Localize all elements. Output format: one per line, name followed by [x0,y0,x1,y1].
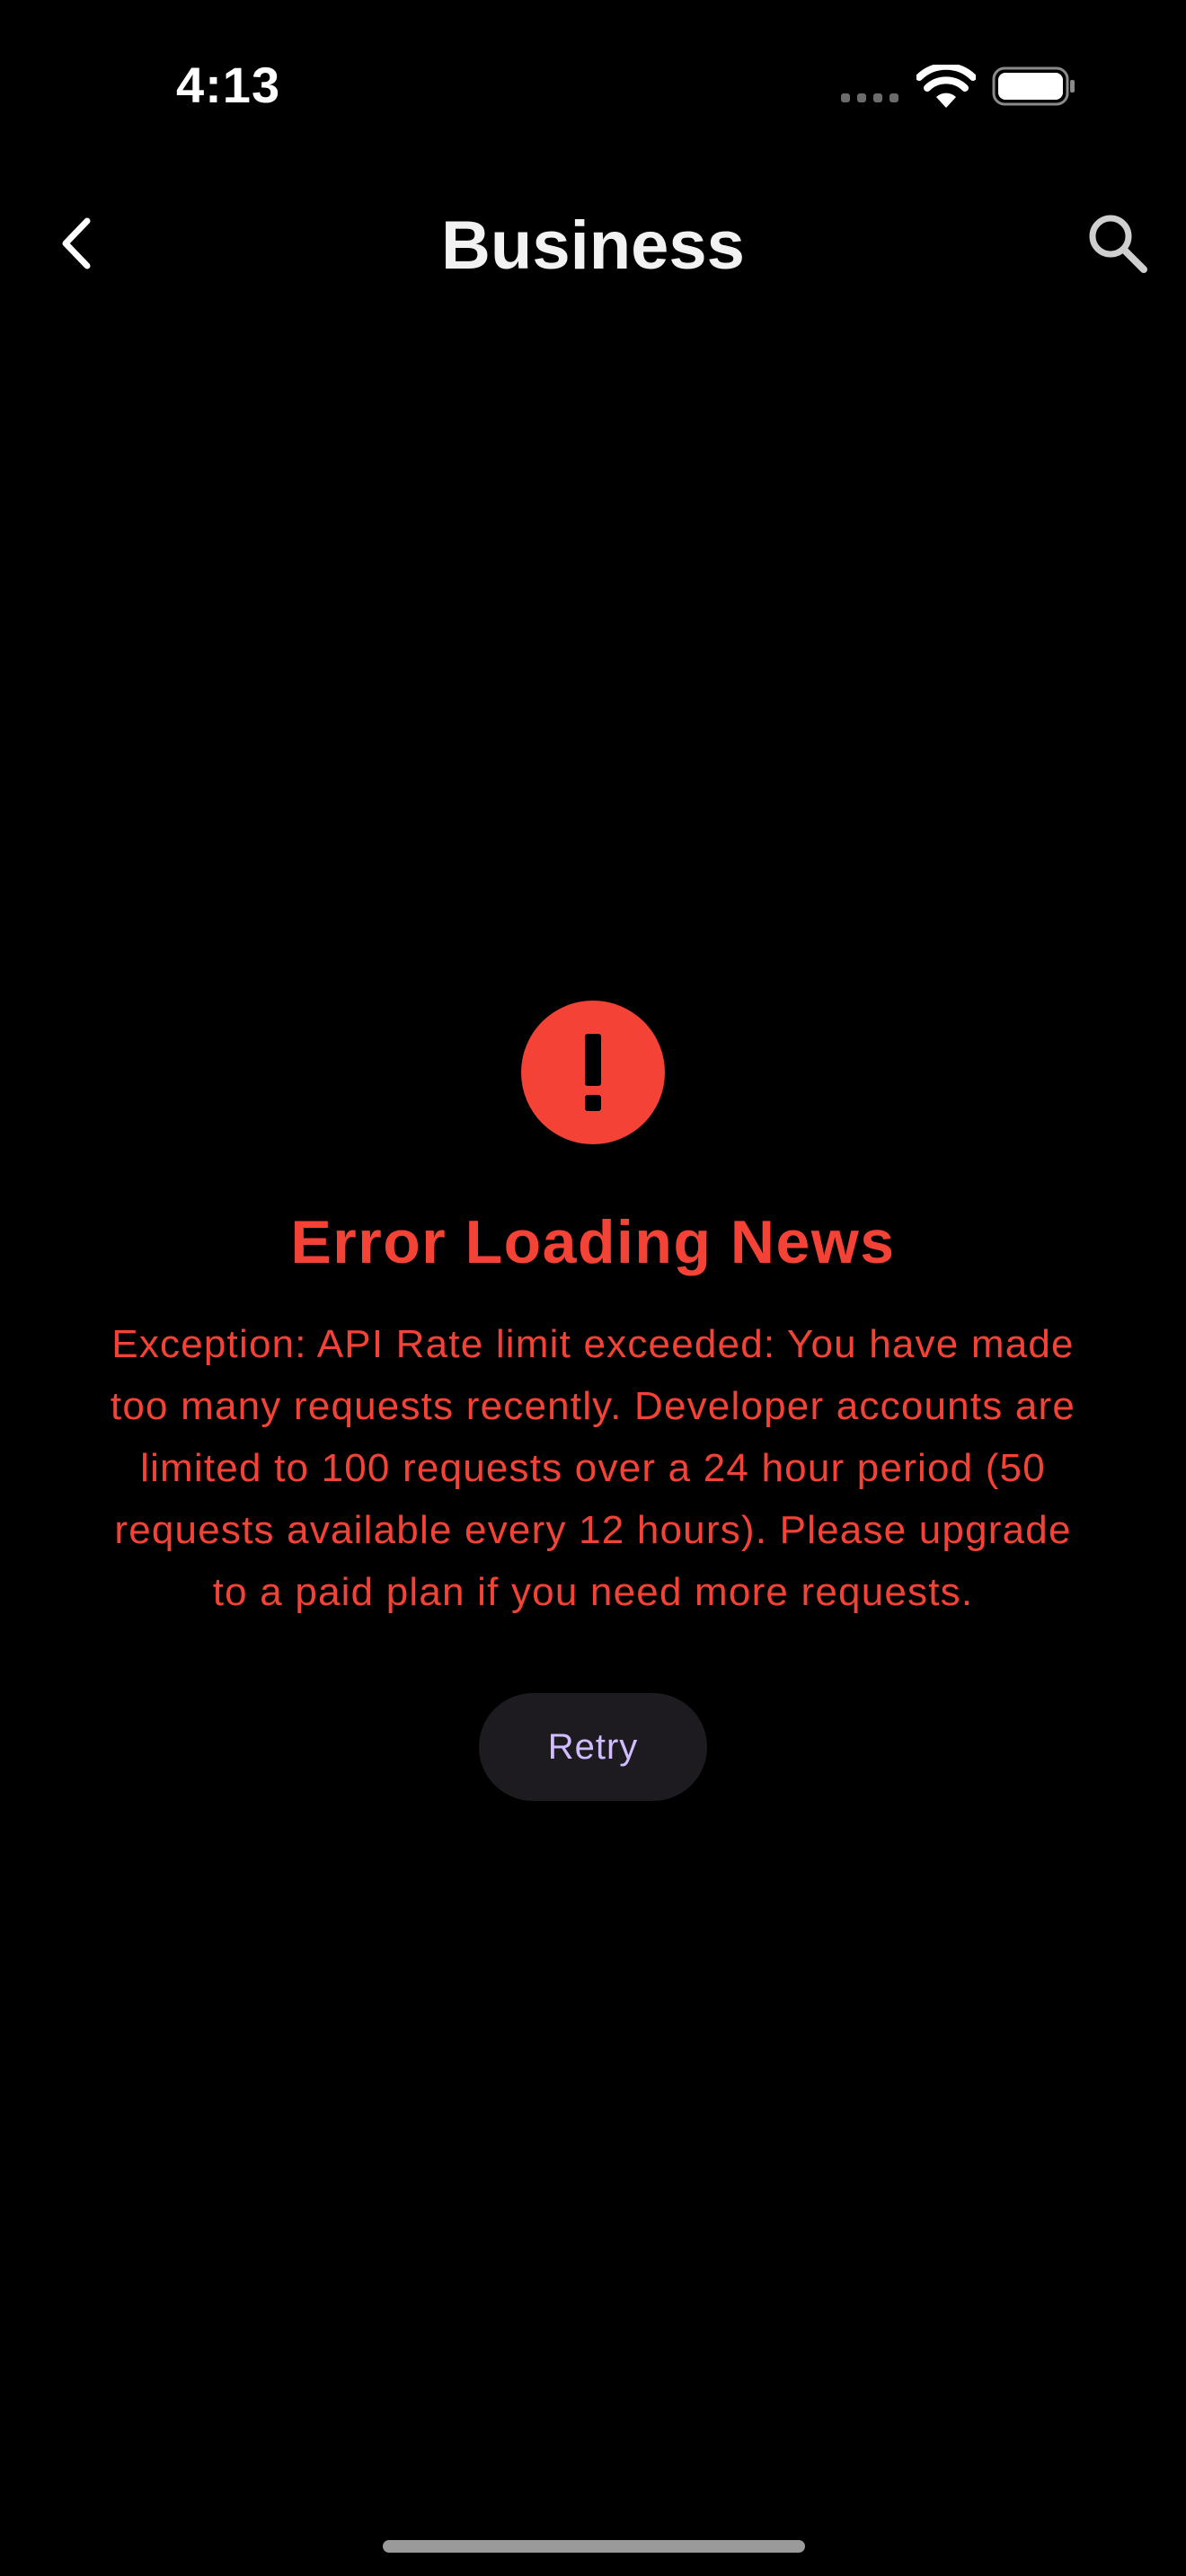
error-message: Exception: API Rate limit exceeded: You … [110,1322,1076,1614]
cellular-signal-icon [841,93,898,102]
error-title: Error Loading News [290,1208,896,1276]
error-state: Error Loading News Exception: API Rate l… [0,1001,1186,1801]
status-time: 4:13 [176,57,281,113]
home-indicator[interactable] [383,2540,805,2553]
wifi-icon [916,65,976,108]
navigation-bar: Business [0,180,1186,305]
battery-icon [992,66,1075,106]
exclamation-icon [521,1001,665,1144]
search-button[interactable] [1075,203,1161,284]
search-icon [1089,215,1147,273]
status-bar: 4:13 [0,0,1186,171]
page-title: Business [441,207,745,284]
retry-button[interactable]: Retry [479,1693,707,1801]
